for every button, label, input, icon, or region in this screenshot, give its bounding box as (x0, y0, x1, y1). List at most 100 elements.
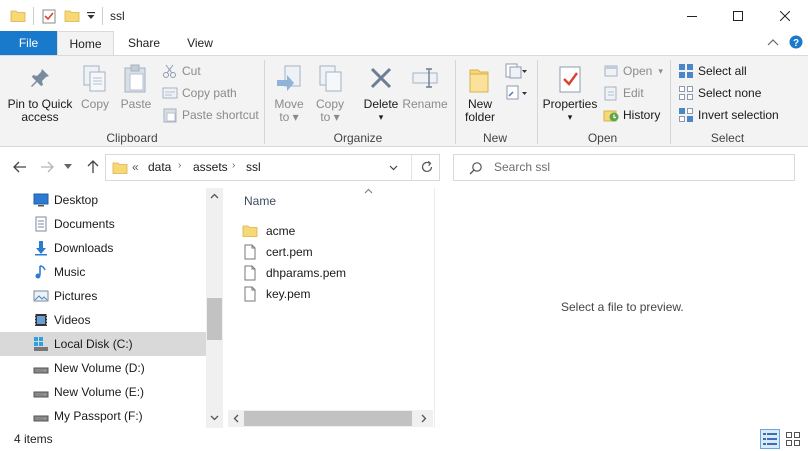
copy-button[interactable]: Copy (76, 62, 114, 128)
breadcrumb-chevron-icon[interactable]: › (232, 160, 235, 171)
invert-selection-button[interactable]: Invert selection (678, 105, 779, 125)
chevron-down-icon[interactable] (389, 165, 398, 171)
edit-button[interactable]: Edit (603, 83, 644, 103)
select-all-button[interactable]: Select all (678, 61, 747, 81)
properties-icon[interactable] (41, 8, 57, 24)
sidebar-scrollbar[interactable] (206, 188, 223, 428)
sidebar-item-local-disk-c[interactable]: Local Disk (C:) (0, 332, 206, 356)
sidebar-item-label: Music (54, 265, 86, 279)
delete-icon (370, 67, 392, 89)
breadcrumb-item-ssl[interactable]: ssl (246, 160, 261, 174)
select-group-label: Select (710, 131, 745, 145)
documents-icon (35, 216, 47, 232)
sidebar-item-label: Downloads (54, 241, 114, 255)
new-item-icon[interactable] (504, 62, 528, 80)
up-arrow-icon[interactable] (87, 159, 99, 174)
open-button[interactable]: Open ▾ (603, 61, 663, 81)
ribbon-tabs: File Home Share View ? (0, 31, 808, 56)
sidebar-item-label: Pictures (54, 289, 98, 303)
title-separator (102, 7, 103, 25)
copy-to-button[interactable]: Copy to ▾ (311, 62, 349, 128)
new-folder-button[interactable]: New folder (460, 62, 500, 128)
open-icon (604, 65, 618, 77)
recent-locations-icon[interactable] (64, 164, 72, 170)
paste-shortcut-icon (163, 108, 177, 123)
properties-button[interactable]: Properties ▾ (540, 62, 600, 128)
large-icons-view-icon (786, 432, 800, 446)
edit-label: Edit (623, 86, 644, 100)
pin-to-quick-access-button[interactable]: Pin to Quick access (4, 62, 76, 128)
details-view-button[interactable] (760, 429, 780, 449)
paste-icon (124, 64, 146, 93)
breadcrumb-item-data[interactable]: data (148, 160, 171, 174)
sidebar-item-videos[interactable]: Videos (0, 308, 206, 332)
scroll-left-icon[interactable] (233, 414, 239, 423)
minimize-ribbon-icon[interactable] (767, 37, 779, 47)
sidebar-item-pictures[interactable]: Pictures (0, 284, 206, 308)
minimize-button[interactable] (669, 0, 715, 31)
scroll-right-icon[interactable] (421, 414, 427, 423)
preview-message: Select a file to preview. (561, 300, 684, 314)
open-label: Open (623, 64, 653, 78)
close-button[interactable] (762, 0, 808, 31)
list-item[interactable]: cert.pem (242, 242, 313, 262)
sidebar-item-label: Documents (54, 217, 115, 231)
folder-icon (112, 162, 128, 174)
scroll-down-icon[interactable] (210, 415, 219, 421)
delete-button[interactable]: Delete ▾ (360, 62, 402, 128)
back-arrow-icon[interactable] (13, 161, 27, 173)
move-to-button[interactable]: Move to ▾ (270, 62, 308, 128)
copy-path-button[interactable]: Copy path (162, 83, 237, 103)
breadcrumb-overflow[interactable]: « (132, 160, 139, 174)
forward-arrow-icon[interactable] (40, 161, 54, 173)
history-button[interactable]: History (603, 105, 660, 125)
column-header-name[interactable]: Name (244, 194, 276, 208)
help-icon[interactable]: ? (789, 35, 803, 49)
navigation-pane: Desktop Documents Downloads Music Pictur… (0, 188, 224, 428)
rename-button[interactable]: Rename (402, 62, 448, 128)
paste-button[interactable]: Paste (116, 62, 156, 128)
large-icons-view-button[interactable] (783, 429, 803, 449)
sidebar-item-music[interactable]: Music (0, 260, 206, 284)
delete-label: Delete (363, 97, 399, 111)
new-folder-icon[interactable] (64, 8, 80, 24)
sidebar-item-new-volume-d[interactable]: New Volume (D:) (0, 356, 206, 380)
maximize-button[interactable] (715, 0, 761, 31)
list-item[interactable]: dhparams.pem (242, 263, 346, 283)
tab-file[interactable]: File (0, 31, 57, 55)
scroll-thumb[interactable] (207, 298, 222, 340)
sidebar-item-documents[interactable]: Documents (0, 212, 206, 236)
sidebar-item-my-passport-f[interactable]: My Passport (F:) (0, 404, 206, 428)
address-bar[interactable]: « data › assets › ssl (105, 154, 440, 181)
refresh-icon[interactable] (420, 160, 434, 174)
drive-icon (33, 391, 49, 398)
properties-dropdown-icon: ▾ (567, 112, 573, 122)
scroll-thumb[interactable] (244, 411, 412, 426)
customize-qat-icon[interactable] (86, 11, 96, 21)
easy-access-icon[interactable] (504, 84, 528, 102)
cut-button[interactable]: Cut (162, 61, 201, 81)
tab-home[interactable]: Home (57, 31, 114, 56)
preview-divider[interactable] (434, 188, 435, 428)
select-all-icon (679, 64, 693, 78)
select-none-button[interactable]: Select none (678, 83, 761, 103)
search-box[interactable]: Search ssl (453, 154, 795, 181)
copy-icon (83, 65, 106, 92)
properties-icon (559, 66, 581, 93)
invert-selection-label: Invert selection (698, 108, 779, 122)
breadcrumb-chevron-icon[interactable]: › (178, 160, 181, 171)
list-item[interactable]: acme (242, 221, 295, 241)
sidebar-item-downloads[interactable]: Downloads (0, 236, 206, 260)
breadcrumb-item-assets[interactable]: assets (193, 160, 228, 174)
tab-share[interactable]: Share (118, 31, 170, 55)
file-icon (244, 244, 256, 260)
sidebar-item-new-volume-e[interactable]: New Volume (E:) (0, 380, 206, 404)
tab-view[interactable]: View (174, 31, 226, 55)
pictures-icon (33, 290, 49, 302)
horizontal-scrollbar[interactable] (228, 410, 433, 427)
scroll-up-icon[interactable] (210, 193, 219, 199)
sidebar-item-desktop[interactable]: Desktop (0, 188, 206, 212)
select-none-icon (679, 86, 693, 100)
paste-shortcut-button[interactable]: Paste shortcut (162, 105, 259, 125)
list-item[interactable]: key.pem (242, 284, 310, 304)
